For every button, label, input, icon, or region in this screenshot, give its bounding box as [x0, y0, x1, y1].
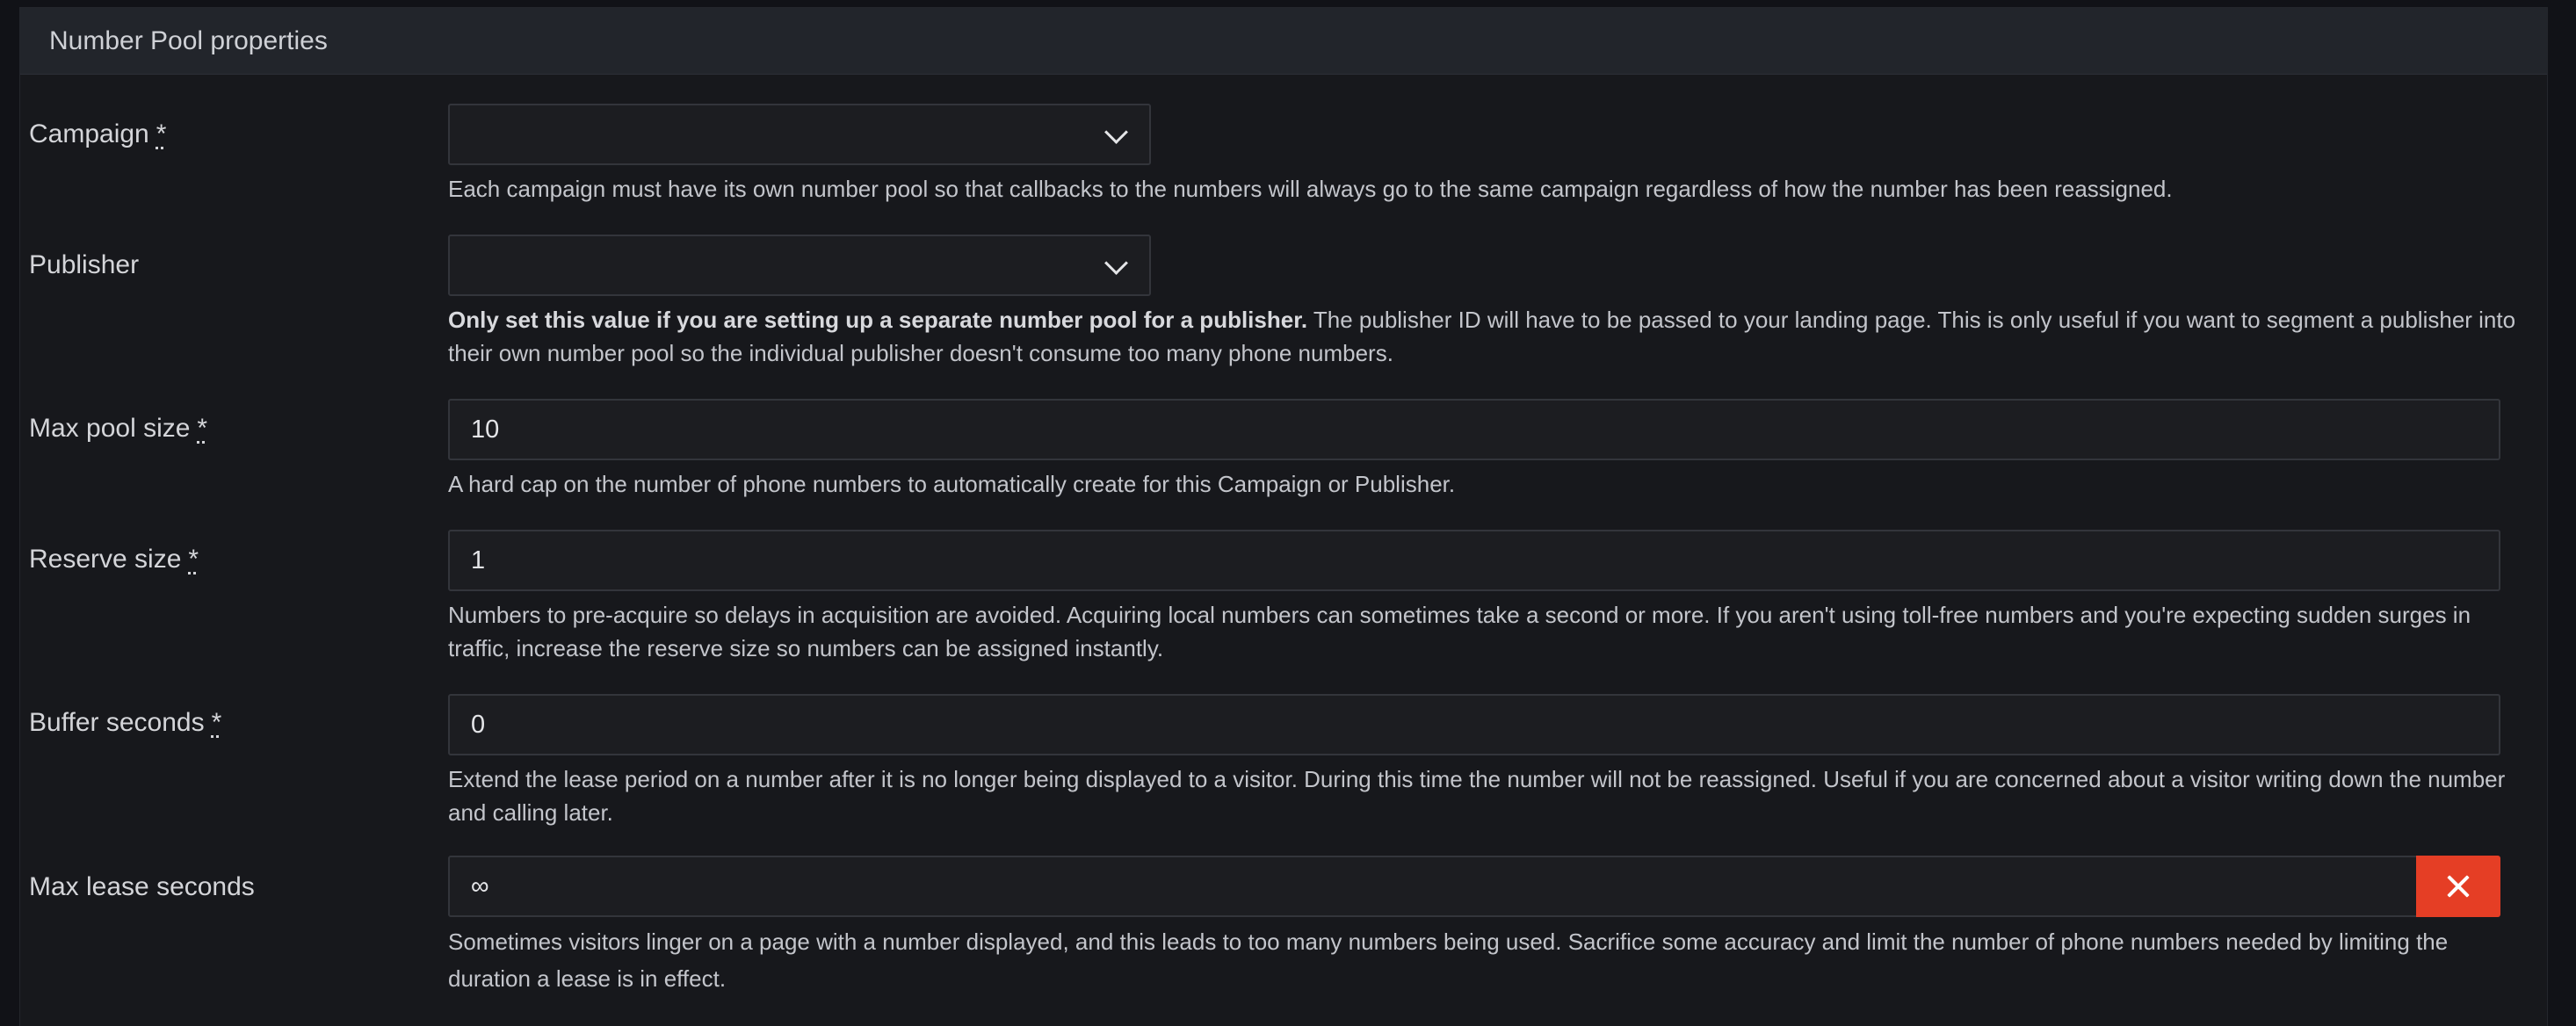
reserve-size-input[interactable]: 1	[448, 530, 2500, 591]
publisher-help-emphasis: Only set this value if you are setting u…	[448, 307, 1308, 333]
chevron-down-icon	[1104, 251, 1128, 275]
required-marker: *	[188, 545, 199, 574]
chevron-down-icon	[1104, 120, 1128, 144]
campaign-help: Each campaign must have its own number p…	[448, 176, 2173, 202]
buffer-seconds-help: Extend the lease period on a number afte…	[448, 766, 2506, 826]
publisher-help: Only set this value if you are setting u…	[448, 303, 2522, 370]
buffer-seconds-label: Buffer seconds *	[29, 708, 222, 737]
max-pool-size-input[interactable]: 10	[448, 399, 2500, 460]
max-lease-seconds-help: Sometimes visitors linger on a page with…	[448, 928, 2449, 992]
reserve-size-label: Reserve size *	[29, 545, 199, 574]
campaign-select[interactable]	[448, 104, 1151, 165]
reserve-size-help: Numbers to pre-acquire so delays in acqu…	[448, 602, 2471, 661]
required-marker: *	[197, 414, 208, 443]
close-icon	[2446, 874, 2471, 899]
panel-title: Number Pool properties	[20, 8, 2547, 75]
max-lease-seconds-label: Max lease seconds	[29, 872, 255, 901]
max-pool-size-help: A hard cap on the number of phone number…	[448, 471, 1456, 497]
buffer-seconds-input[interactable]: 0	[448, 694, 2500, 755]
clear-max-lease-button[interactable]	[2416, 856, 2500, 917]
max-pool-size-label: Max pool size *	[29, 414, 208, 443]
publisher-select[interactable]	[448, 235, 1151, 296]
max-lease-seconds-input[interactable]: ∞	[448, 856, 2418, 917]
required-marker: *	[211, 708, 222, 737]
campaign-label: Campaign *	[29, 119, 167, 148]
required-marker: *	[156, 119, 167, 148]
publisher-label: Publisher	[29, 250, 140, 279]
